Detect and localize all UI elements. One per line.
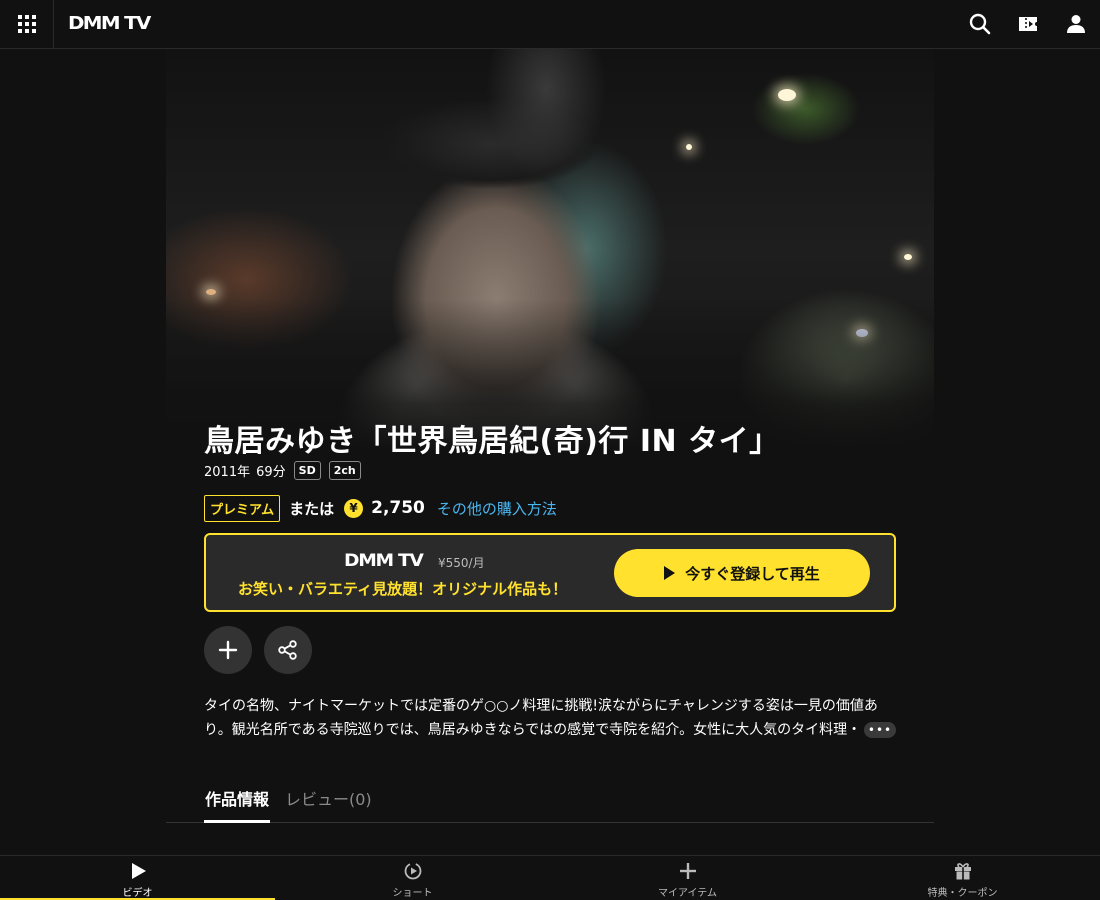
menu-button[interactable]	[0, 0, 54, 48]
search-icon[interactable]	[968, 12, 992, 36]
premium-badge: プレミアム	[204, 494, 281, 522]
nav-label-short: ショート	[392, 888, 433, 899]
other-purchase-link[interactable]: その他の購入方法	[437, 498, 557, 519]
add-to-my-list-button[interactable]	[204, 626, 252, 674]
plus-icon	[218, 640, 238, 660]
tab-reviews[interactable]: レビュー(0)	[285, 786, 372, 823]
title-meta: 2011年 69分 SD 2ch	[204, 461, 361, 480]
nav-item-short[interactable]: ショート	[275, 856, 550, 900]
play-icon	[664, 566, 676, 580]
nav-label-my-items: マイアイテム	[658, 888, 717, 899]
or-label: または	[289, 499, 335, 518]
monthly-price: ¥550/月	[438, 556, 485, 570]
share-icon	[278, 640, 297, 660]
nav-item-video[interactable]: ビデオ	[0, 856, 275, 900]
description-text: タイの名物、ナイトマーケットでは定番のゲ○○ノ料理に挑戦!涙ながらにチャレンジす…	[204, 698, 878, 738]
yen-coin-icon: ¥	[344, 498, 364, 518]
quality-badge: SD	[293, 461, 321, 480]
bottom-navigation: ビデオ ショート マイアイテム 特典・クーポン	[0, 855, 1100, 900]
top-header: DMM TV	[0, 0, 1100, 49]
nav-item-my-items[interactable]: マイアイテム	[550, 856, 825, 900]
gift-icon	[954, 863, 971, 880]
ticket-icon[interactable]	[1016, 12, 1040, 36]
tab-work-info[interactable]: 作品情報	[204, 786, 271, 823]
dmm-tv-logo[interactable]: DMM TV	[68, 13, 151, 34]
subscription-promo: DMM TV ¥550/月 お笑い・バラエティ見放題！オリジナル作品も！ 今すぐ…	[204, 533, 896, 612]
promo-dmm-tv-logo: DMM TV	[344, 551, 424, 571]
nav-label-perks-coupons: 特典・クーポン	[927, 888, 998, 899]
show-more-button[interactable]: •••	[864, 722, 896, 738]
audio-badge: 2ch	[328, 461, 361, 480]
short-video-icon	[404, 862, 421, 880]
share-button[interactable]	[264, 626, 312, 674]
price-row: プレミアム または ¥ 2,750 その他の購入方法	[204, 494, 557, 522]
plus-icon	[679, 863, 696, 879]
nav-label-video: ビデオ	[122, 888, 153, 899]
subscribe-and-play-button[interactable]: 今すぐ登録して再生	[614, 549, 870, 597]
release-year: 2011年	[204, 465, 251, 480]
page-title: 鳥居みゆき「世界鳥居紀(奇)行 IN タイ」	[204, 424, 780, 459]
cta-label: 今すぐ登録して再生	[685, 564, 820, 583]
play-icon	[131, 863, 146, 879]
purchase-price: 2,750	[371, 498, 425, 518]
promo-tagline: お笑い・バラエティ見放題！オリジナル作品も！	[238, 580, 568, 598]
grid-menu-icon	[17, 15, 36, 33]
account-icon[interactable]	[1064, 12, 1088, 36]
hero-thumbnail[interactable]	[166, 49, 934, 449]
content-tabs: 作品情報 レビュー(0)	[166, 778, 934, 823]
nav-item-perks-coupons[interactable]: 特典・クーポン	[825, 856, 1100, 900]
duration: 69分	[256, 465, 286, 480]
